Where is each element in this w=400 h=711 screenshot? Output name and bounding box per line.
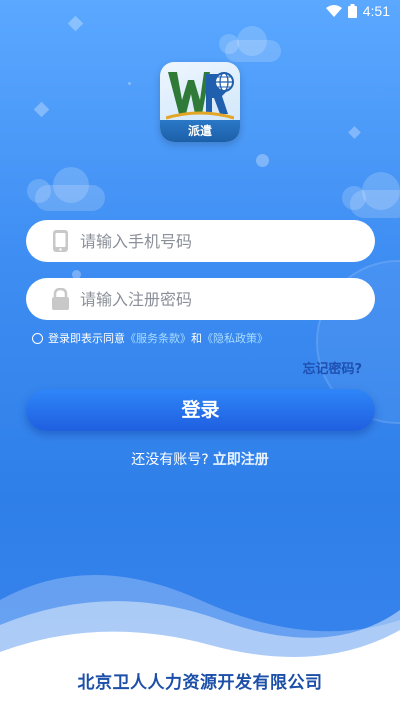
dot-decoration: [256, 154, 269, 167]
agreement-and: 和: [191, 332, 202, 345]
lock-icon: [48, 287, 72, 311]
cloud-decoration: [219, 26, 281, 62]
privacy-link[interactable]: 《隐私政策》: [202, 330, 268, 346]
forgot-password-link[interactable]: 忘记密码?: [302, 358, 362, 377]
status-time: 4:51: [362, 3, 390, 19]
cloud-decoration: [342, 172, 400, 218]
company-name: 北京卫人人力资源开发有限公司: [77, 673, 323, 693]
agreement-row: 登录即表示同意 《服务条款》 和 《隐私政策》: [32, 330, 268, 346]
logo-caption: 派遣: [160, 120, 240, 142]
terms-link[interactable]: 《服务条款》: [125, 330, 191, 346]
diamond-decoration: [33, 101, 50, 118]
dot-decoration: [128, 82, 131, 85]
password-field[interactable]: [26, 278, 375, 320]
login-button[interactable]: 登录: [26, 389, 375, 431]
diamond-decoration: [348, 126, 361, 139]
register-link[interactable]: 立即注册: [213, 452, 269, 468]
battery-icon: [347, 4, 357, 18]
agree-radio[interactable]: [32, 332, 43, 344]
wifi-icon: [325, 5, 342, 17]
phone-field[interactable]: [26, 220, 375, 262]
cloud-decoration: [27, 167, 105, 211]
app-logo: 派遣: [160, 62, 240, 142]
password-input[interactable]: [80, 284, 375, 314]
status-bar: 4:51: [0, 0, 400, 22]
logo-mark-icon: [166, 72, 234, 120]
phone-icon: [48, 229, 72, 253]
agreement-prefix: 登录即表示同意: [48, 332, 125, 345]
login-screen: 4:51 派遣 登录即表示同意 《服务条款》 和: [0, 0, 400, 711]
phone-input[interactable]: [80, 226, 375, 256]
register-row: 还没有账号? 立即注册: [0, 449, 400, 469]
register-prompt: 还没有账号?: [131, 452, 209, 468]
